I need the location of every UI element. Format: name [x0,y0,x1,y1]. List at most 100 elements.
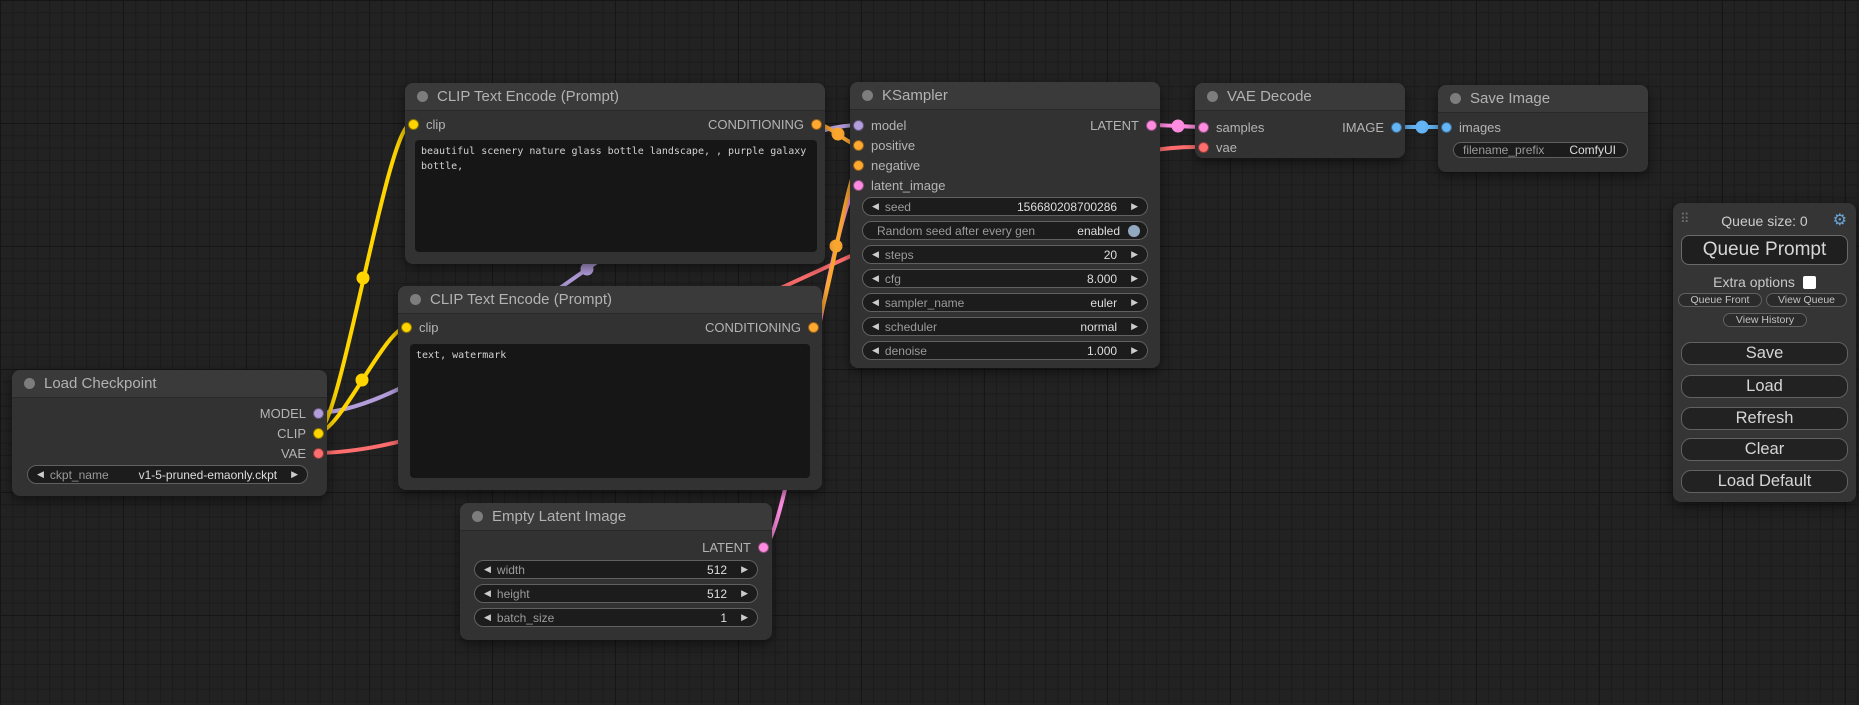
widget-sampler-name[interactable]: ◀ sampler_name euler ▶ [862,293,1148,312]
latent-port-icon[interactable] [853,180,864,191]
node-title-bar[interactable]: Load Checkpoint [12,370,327,398]
node-title-bar[interactable]: KSampler [850,82,1160,110]
decrement-arrow-icon[interactable]: ◀ [872,274,879,283]
input-port-samples[interactable]: samples [1198,117,1264,137]
increment-arrow-icon[interactable]: ▶ [741,565,748,574]
increment-arrow-icon[interactable]: ▶ [1131,346,1138,355]
node-title-bar[interactable]: Empty Latent Image [460,503,772,531]
widget-ckpt-name[interactable]: ◀ ckpt_name v1-5-pruned-emaonly.ckpt ▶ [27,465,308,484]
widget-steps[interactable]: ◀ steps 20 ▶ [862,245,1148,264]
load-button[interactable]: Load [1681,375,1848,398]
increment-arrow-icon[interactable]: ▶ [1131,274,1138,283]
increment-arrow-icon[interactable]: ▶ [1131,250,1138,259]
queue-prompt-button[interactable]: Queue Prompt [1681,235,1848,265]
output-port-latent[interactable]: LATENT [702,537,769,557]
increment-arrow-icon[interactable]: ▶ [291,470,298,479]
node-ksampler[interactable]: KSampler model positive negative latent_… [850,82,1160,368]
input-port-negative[interactable]: negative [853,155,920,175]
image-port-icon[interactable] [1391,122,1402,133]
output-port-clip[interactable]: CLIP [277,423,324,443]
node-clip-text-encode-negative[interactable]: CLIP Text Encode (Prompt) clip CONDITION… [398,286,822,490]
decrement-arrow-icon[interactable]: ◀ [872,298,879,307]
widget-value: 512 [707,587,735,601]
decrement-arrow-icon[interactable]: ◀ [484,565,491,574]
conditioning-port-icon[interactable] [811,119,822,130]
widget-denoise[interactable]: ◀ denoise 1.000 ▶ [862,341,1148,360]
widget-filename-prefix[interactable]: filename_prefix ComfyUI [1453,142,1628,158]
decrement-arrow-icon[interactable]: ◀ [872,322,879,331]
widget-height[interactable]: ◀ height 512 ▶ [474,584,758,603]
model-port-icon[interactable] [313,408,324,419]
latent-port-icon[interactable] [1146,120,1157,131]
output-port-image[interactable]: IMAGE [1342,117,1402,137]
widget-random-seed-toggle[interactable]: Random seed after every gen enabled [862,221,1148,240]
node-title-bar[interactable]: CLIP Text Encode (Prompt) [398,286,822,314]
output-port-vae[interactable]: VAE [281,443,324,463]
output-port-conditioning[interactable]: CONDITIONING [705,317,819,337]
widget-scheduler[interactable]: ◀ scheduler normal ▶ [862,317,1148,336]
node-graph-canvas[interactable]: Load Checkpoint MODEL CLIP VAE ◀ ckpt_na… [0,0,1859,705]
input-port-positive[interactable]: positive [853,135,915,155]
input-port-latent-image[interactable]: latent_image [853,175,945,195]
model-port-icon[interactable] [853,120,864,131]
increment-arrow-icon[interactable]: ▶ [741,589,748,598]
increment-arrow-icon[interactable]: ▶ [1131,202,1138,211]
decrement-arrow-icon[interactable]: ◀ [872,202,879,211]
queue-front-button[interactable]: Queue Front [1678,293,1762,307]
node-title-bar[interactable]: Save Image [1438,85,1648,113]
node-title-bar[interactable]: CLIP Text Encode (Prompt) [405,83,825,111]
prompt-textarea[interactable]: text, watermark [410,344,810,478]
clear-button[interactable]: Clear [1681,438,1848,461]
view-queue-button[interactable]: View Queue [1766,293,1847,307]
node-title: KSampler [882,87,948,104]
latent-port-icon[interactable] [1198,122,1209,133]
input-port-images[interactable]: images [1441,117,1501,137]
input-port-vae[interactable]: vae [1198,137,1237,157]
node-load-checkpoint[interactable]: Load Checkpoint MODEL CLIP VAE ◀ ckpt_na… [12,370,327,496]
node-save-image[interactable]: Save Image images filename_prefix ComfyU… [1438,85,1648,172]
increment-arrow-icon[interactable]: ▶ [1131,298,1138,307]
widget-value: ComfyUI [1569,143,1618,157]
widget-cfg[interactable]: ◀ cfg 8.000 ▶ [862,269,1148,288]
decrement-arrow-icon[interactable]: ◀ [484,613,491,622]
refresh-button[interactable]: Refresh [1681,407,1848,430]
conditioning-port-icon[interactable] [808,322,819,333]
input-port-model[interactable]: model [853,115,906,135]
view-history-button[interactable]: View History [1723,313,1807,327]
load-default-button[interactable]: Load Default [1681,470,1848,493]
conditioning-port-icon[interactable] [853,160,864,171]
vae-port-icon[interactable] [1198,142,1209,153]
gear-icon[interactable]: ⚙ [1833,211,1847,231]
output-port-latent[interactable]: LATENT [1090,115,1157,135]
clip-port-icon[interactable] [408,119,419,130]
conditioning-port-icon[interactable] [853,140,864,151]
node-vae-decode[interactable]: VAE Decode samples vae IMAGE [1195,83,1405,158]
latent-port-icon[interactable] [758,542,769,553]
extra-options-checkbox[interactable] [1803,276,1816,289]
node-title-bar[interactable]: VAE Decode [1195,83,1405,111]
increment-arrow-icon[interactable]: ▶ [1131,322,1138,331]
prompt-textarea[interactable]: beautiful scenery nature glass bottle la… [415,140,817,252]
decrement-arrow-icon[interactable]: ◀ [37,470,44,479]
output-port-conditioning[interactable]: CONDITIONING [708,114,822,134]
clip-port-icon[interactable] [313,428,324,439]
decrement-arrow-icon[interactable]: ◀ [872,346,879,355]
node-empty-latent-image[interactable]: Empty Latent Image LATENT ◀ width 512 ▶ … [460,503,772,640]
toggle-enabled-icon[interactable] [1128,225,1140,237]
widget-batch-size[interactable]: ◀ batch_size 1 ▶ [474,608,758,627]
decrement-arrow-icon[interactable]: ◀ [484,589,491,598]
input-port-clip[interactable]: clip [401,317,439,337]
widget-seed[interactable]: ◀ seed 156680208700286 ▶ [862,197,1148,216]
vae-port-icon[interactable] [313,448,324,459]
output-port-model[interactable]: MODEL [260,403,324,423]
widget-label: scheduler [885,320,937,334]
increment-arrow-icon[interactable]: ▶ [741,613,748,622]
node-title: CLIP Text Encode (Prompt) [437,88,619,105]
decrement-arrow-icon[interactable]: ◀ [872,250,879,259]
widget-width[interactable]: ◀ width 512 ▶ [474,560,758,579]
node-clip-text-encode-positive[interactable]: CLIP Text Encode (Prompt) clip CONDITION… [405,83,825,264]
input-port-clip[interactable]: clip [408,114,446,134]
save-button[interactable]: Save [1681,342,1848,365]
image-port-icon[interactable] [1441,122,1452,133]
clip-port-icon[interactable] [401,322,412,333]
